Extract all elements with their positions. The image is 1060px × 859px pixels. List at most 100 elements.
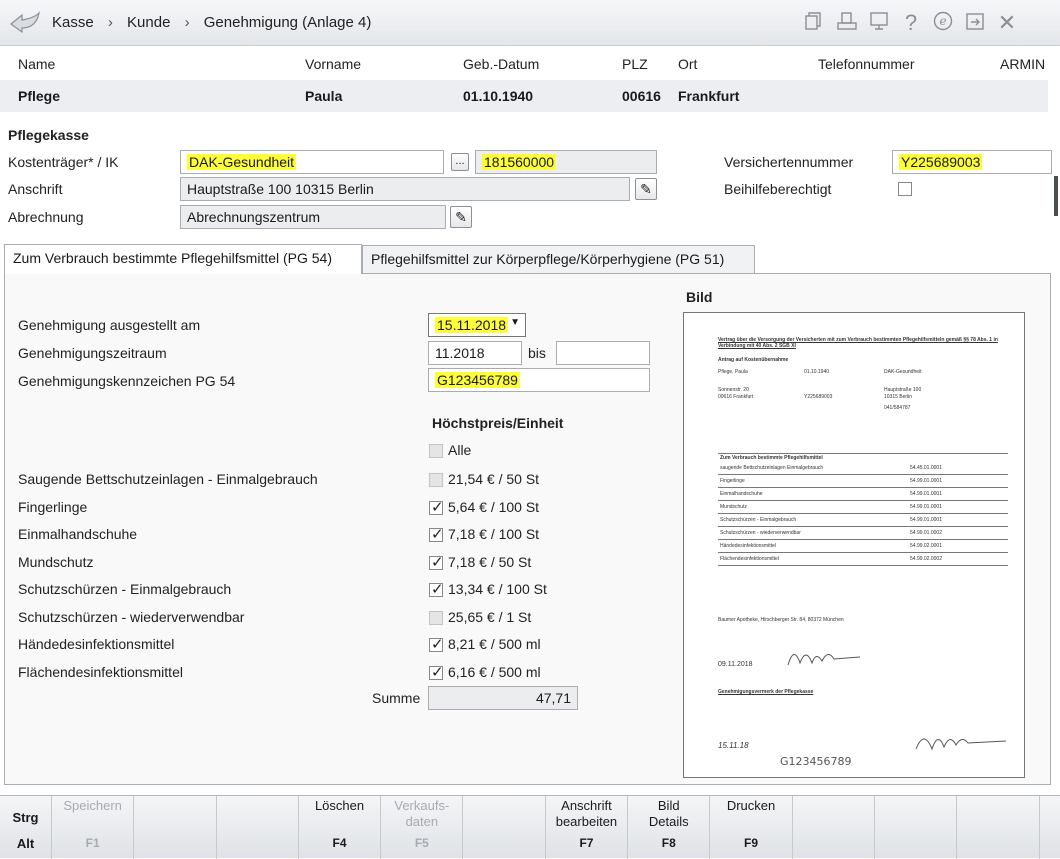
header-plz: PLZ [622, 56, 648, 72]
zeitraum-to-input[interactable] [556, 341, 650, 365]
chevron-down-icon[interactable]: ▼ [510, 317, 520, 328]
back-arrow-icon[interactable] [8, 10, 42, 36]
abrechnung-edit-pencil-icon[interactable]: ✎ [450, 206, 472, 228]
doc-signature [787, 654, 861, 666]
doc-heading: Antrag auf Kostenübernahme [718, 357, 789, 363]
function-key-empty-11[interactable] [957, 796, 1040, 859]
modifier-alt[interactable]: Alt [0, 836, 51, 851]
item-checkbox[interactable]: ✓ [429, 581, 444, 598]
function-key-empty-2[interactable] [217, 796, 299, 859]
document-image[interactable]: Vertrag über die Versorgung der Versiche… [683, 312, 1025, 778]
kostentraeger-label: Kostenträger* / IK [8, 154, 119, 170]
doc-table-row-code: 54.99.01.0001 [910, 478, 942, 484]
abrechnung-input[interactable]: Abrechnungszentrum [180, 205, 446, 229]
beihilfe-checkbox[interactable] [898, 182, 912, 196]
function-key-empty-9[interactable] [793, 796, 875, 859]
genehmigung-ausgestellt-datepicker[interactable]: 15.11.2018 ▼ [428, 313, 526, 337]
item-price: 21,54 € / 50 St [448, 471, 540, 487]
tab-pg51[interactable]: Pflegehilfsmittel zur Körperpflege/Körpe… [362, 245, 755, 273]
doc-table-row-label: Händedesinfektionsmittel [720, 543, 776, 549]
item-checkbox[interactable]: ✓ [429, 526, 444, 543]
item-label: Flächendesinfektionsmittel [18, 663, 183, 680]
kostentraeger-lookup-button[interactable]: ... [451, 153, 469, 171]
print-icon[interactable] [834, 10, 860, 36]
item-checkbox[interactable] [429, 610, 443, 625]
doc-city: 00616 Frankfurt [718, 394, 754, 400]
patient-vorname: Paula [305, 88, 343, 104]
item-checkbox[interactable]: ✓ [429, 499, 444, 516]
item-checkbox[interactable]: ✓ [429, 636, 444, 653]
doc-table-row-label: Schutzschürzen - Einmalgebrauch [720, 517, 797, 523]
abrechnung-label: Abrechnung [8, 209, 84, 225]
function-key-empty-5[interactable] [464, 796, 546, 859]
check-icon: ✓ [431, 581, 444, 598]
export-icon[interactable] [962, 10, 988, 36]
breadcrumb-item-kunde[interactable]: Kunde [127, 14, 170, 31]
anschrift-input[interactable]: Hauptstraße 100 10315 Berlin [180, 177, 630, 201]
anschrift-label: Anschrift [8, 181, 63, 197]
item-checkbox[interactable]: ✓ [429, 663, 444, 681]
check-icon: ✓ [431, 526, 444, 543]
versichertennummer-input[interactable]: Y225689003 [892, 150, 1052, 174]
header-geb-datum: Geb.-Datum [463, 56, 540, 72]
scrollbar-thumb[interactable] [1054, 176, 1058, 216]
versichertennummer-value: Y225689003 [899, 154, 983, 170]
function-key-empty-10[interactable] [875, 796, 958, 859]
function-key-f9[interactable]: Drucken F9 [710, 796, 793, 859]
breadcrumb-item-kasse[interactable]: Kasse [52, 14, 94, 31]
item-label: Schutzschürzen - Einmalgebrauch [18, 581, 232, 597]
item-checkbox[interactable]: ✓ [429, 553, 444, 571]
check-icon: ✓ [431, 553, 444, 571]
modifier-strg[interactable]: Strg [0, 810, 51, 826]
alle-checkbox[interactable] [429, 444, 443, 458]
help-icon[interactable]: ? [898, 10, 924, 36]
doc-table-row-label: Einmalhandschuhe [720, 491, 763, 497]
doc-kasse-addr1: Hauptstraße 100 [884, 387, 922, 393]
function-key-f7[interactable]: Anschrift bearbeiten F7 [546, 796, 629, 859]
kostentraeger-input[interactable]: DAK-Gesundheit [180, 150, 444, 174]
doc-table-row-label: Schutzschürzen - wiederverwendbar [720, 530, 801, 536]
check-icon: ✓ [431, 636, 444, 653]
function-key-label: Drucken [726, 798, 776, 813]
item-label: Saugende Bettschutzeinlagen - Einmalgebr… [18, 471, 318, 487]
doc-table-line [718, 565, 1008, 566]
doc-table-line [718, 487, 1008, 488]
close-icon[interactable]: ✕ [994, 10, 1020, 36]
doc-table-row-code: 54.99.01.0002 [910, 530, 942, 536]
doc-dob: 01.10.1940 [804, 369, 830, 375]
header-vorname: Vorname [305, 56, 362, 72]
function-key-label: Verkaufs- daten [394, 798, 450, 829]
tab-pg54[interactable]: Zum Verbrauch bestimmte Pflegehilfsmitte… [4, 244, 362, 274]
doc-table-row-code: 54.99.01.0001 [910, 504, 942, 510]
function-key-label: Löschen [314, 798, 365, 813]
ik-input[interactable]: 181560000 [475, 150, 657, 174]
doc-pharmacy: Baumer Apotheke, Hirschberger Str. 84, 8… [718, 617, 844, 623]
summe-value: 47,71 [428, 686, 578, 710]
item-price: 7,18 € / 100 St [448, 526, 540, 542]
anschrift-edit-pencil-icon[interactable]: ✎ [635, 178, 657, 200]
function-key-f8[interactable]: Bild Details F8 [628, 796, 711, 859]
zeitraum-from-input[interactable]: 11.2018 [428, 341, 522, 365]
doc-table-header: Zum Verbrauch bestimmte Pflegehilfsmitte… [720, 455, 823, 461]
doc-name: Pflege, Paula [718, 369, 748, 375]
breadcrumb-separator: › [107, 14, 113, 31]
function-key-f5[interactable]: Verkaufs- daten F5 [381, 796, 464, 859]
modifier-keys: Strg Alt [0, 796, 52, 859]
function-key-f1[interactable]: Speichern F1 [52, 796, 135, 859]
check-icon: ✓ [431, 663, 444, 681]
monitor-icon[interactable] [866, 10, 892, 36]
doc-title: Vertrag über die Versorgung der Versiche… [718, 337, 998, 349]
header-ort: Ort [678, 56, 698, 72]
doc-table-row-code: 54.99.01.0001 [910, 491, 942, 497]
header-telefon: Telefonnummer [818, 56, 915, 72]
doc-genehmigung-heading: Genehmigungsvermerk der Pflegekasse [718, 689, 814, 695]
function-key-bar: Strg Alt Speichern F1 Löschen F4 Verkaufs- d… [0, 795, 1060, 859]
item-checkbox[interactable] [429, 473, 443, 487]
item-price: 25,65 € / 1 St [448, 608, 532, 625]
function-key-empty-1[interactable] [134, 796, 217, 859]
function-key-f4[interactable]: Löschen F4 [299, 796, 382, 859]
doc-tel: 041/584787 [884, 405, 911, 411]
e-icon[interactable]: e [930, 10, 956, 36]
copy-icon[interactable] [800, 10, 826, 36]
genehmigungskennzeichen-input[interactable]: G123456789 [428, 368, 650, 392]
